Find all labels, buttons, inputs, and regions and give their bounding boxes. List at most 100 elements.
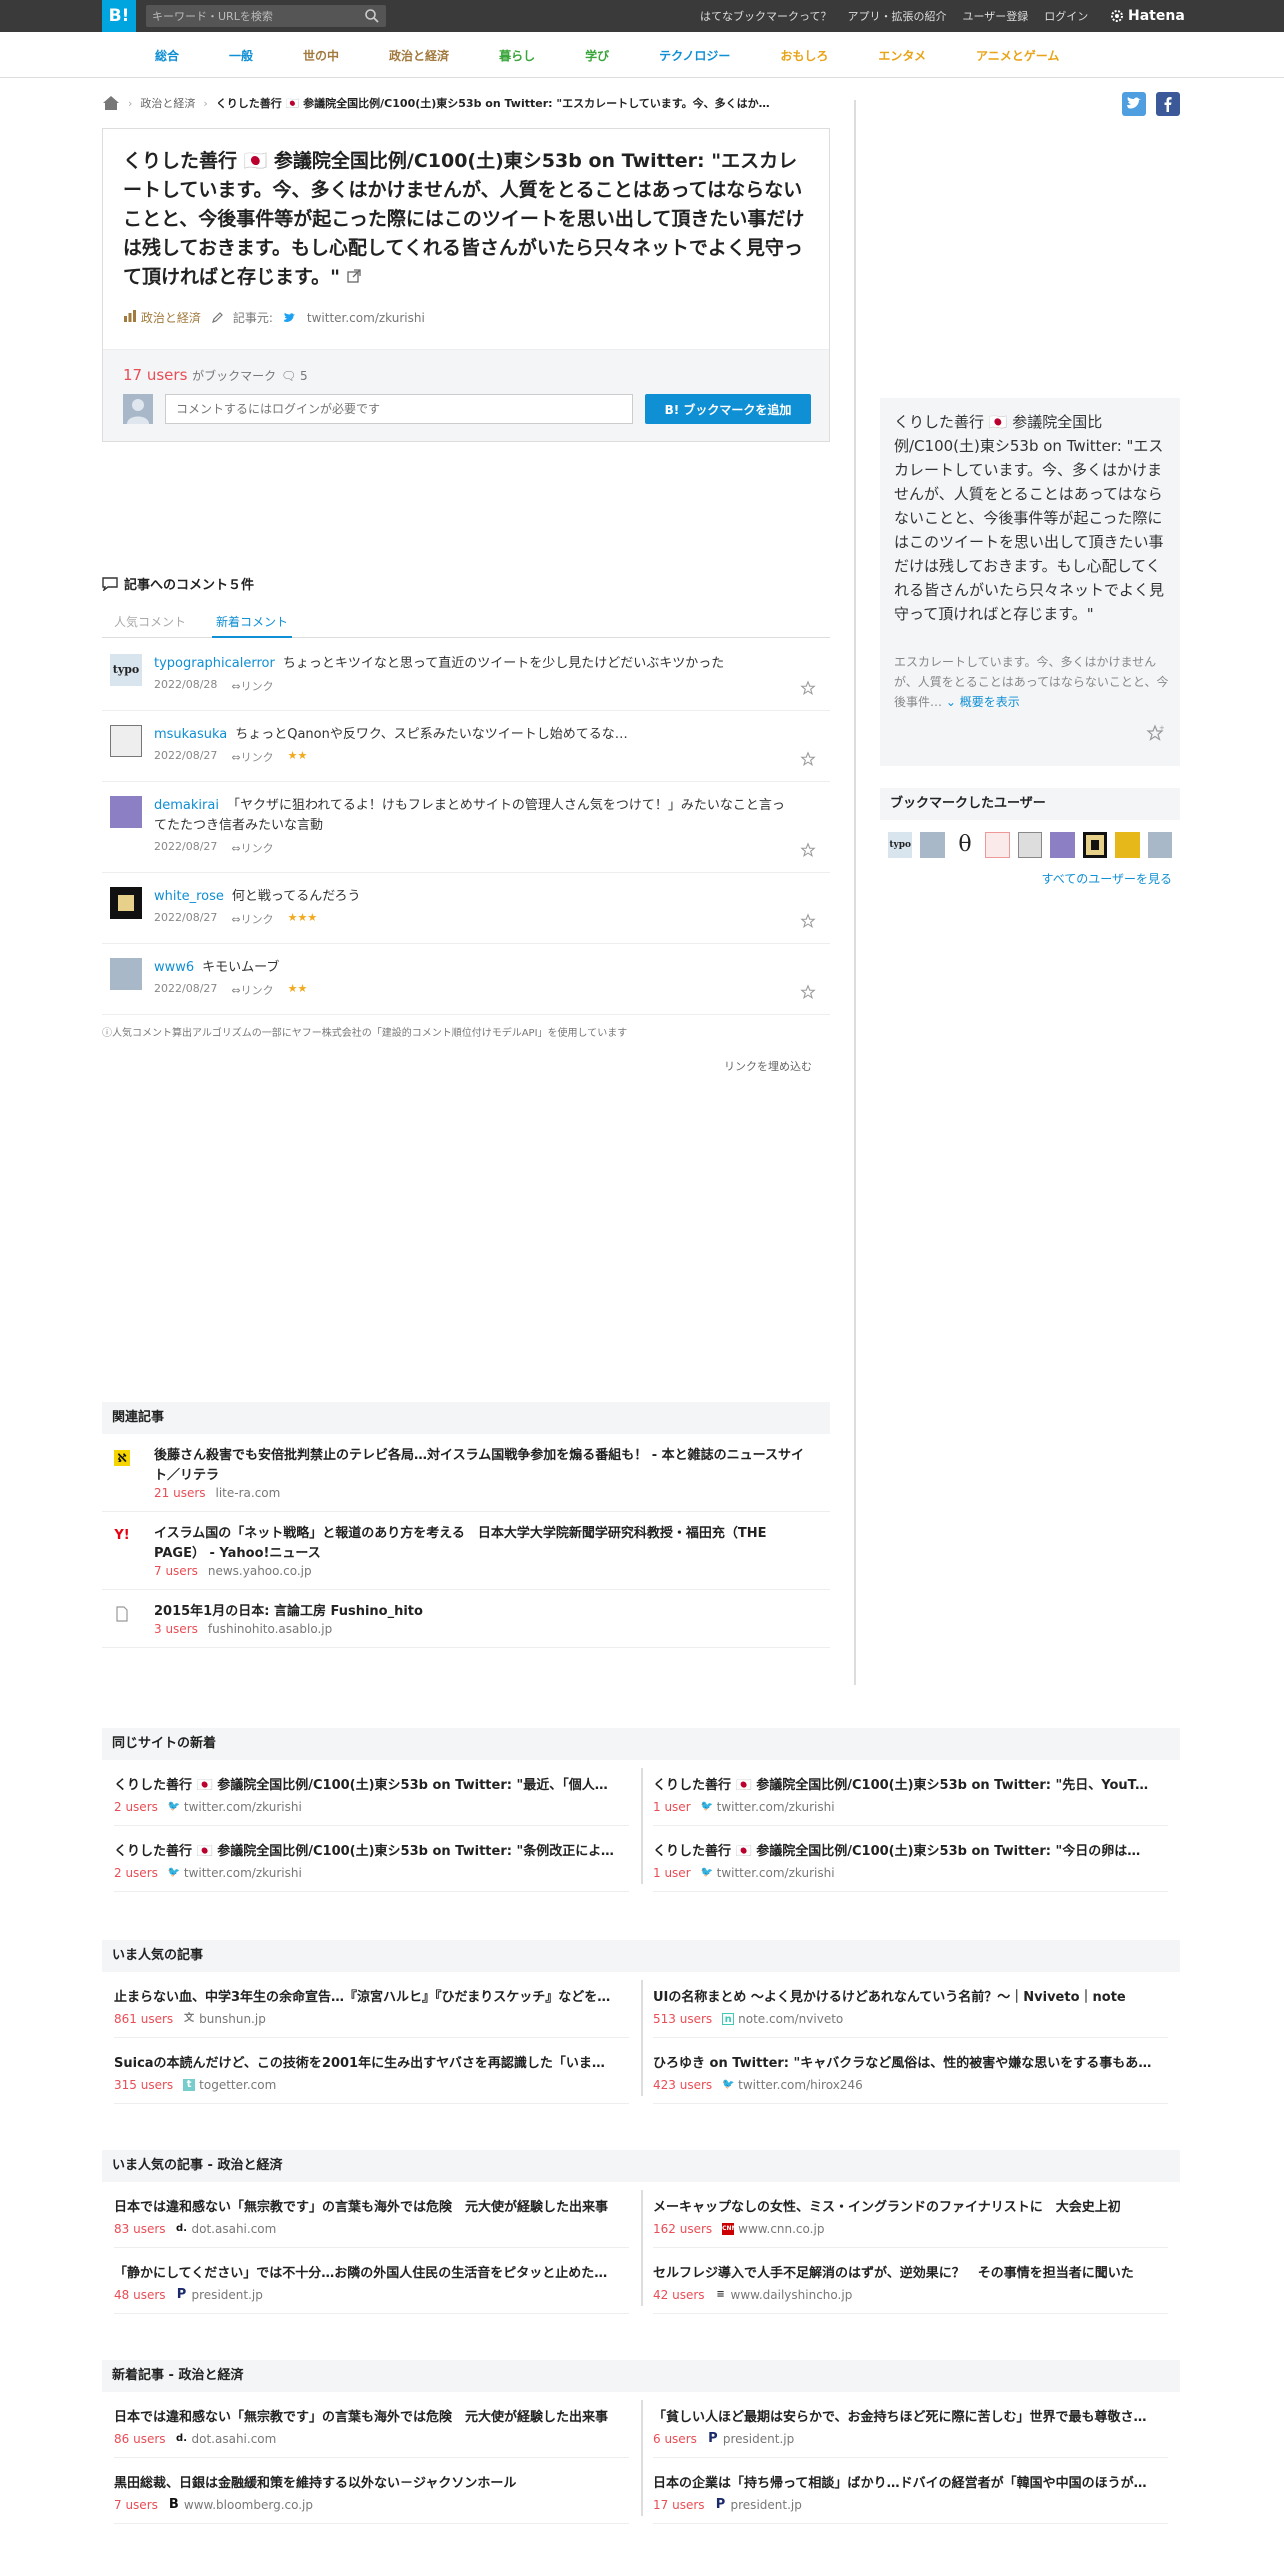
article-title[interactable]: 止まらない血、中学3年生の余命宣告…『涼宮ハルヒ』『ひだまりスケッチ』などを手が… bbox=[114, 1986, 614, 2005]
add-star-icon[interactable] bbox=[800, 842, 816, 858]
domain[interactable]: lite-ra.com bbox=[216, 1486, 281, 1500]
entry-category[interactable]: 政治と経済 bbox=[123, 309, 201, 326]
comment-user[interactable]: www6 bbox=[154, 960, 194, 975]
users-count[interactable]: 83 users bbox=[114, 2222, 166, 2236]
comment-link[interactable]: ⇔リンク bbox=[231, 749, 273, 765]
entry-title[interactable]: くりした善行 🇯🇵 参議院全国比例/C100(土)東シ53b on Twitte… bbox=[123, 147, 813, 292]
search-box[interactable] bbox=[146, 5, 386, 27]
users-count[interactable]: 2 users bbox=[114, 1866, 158, 1880]
domain[interactable]: www.cnn.co.jp bbox=[738, 2222, 824, 2236]
add-star-icon[interactable]: + bbox=[1146, 724, 1164, 742]
users-count[interactable]: 7 users bbox=[154, 1564, 198, 1578]
add-star-icon[interactable] bbox=[800, 984, 816, 1000]
avatar[interactable] bbox=[920, 832, 945, 858]
nav-category-item[interactable]: 総合 bbox=[130, 47, 204, 64]
list-item[interactable]: くりした善行 🇯🇵 参議院全国比例/C100(土)東シ53b on Twitte… bbox=[653, 1760, 1168, 1826]
article-title[interactable]: ひろゆき on Twitter: "キャバクラなど風俗は、性的被害や嫌な思いをす… bbox=[653, 2052, 1153, 2071]
article-title[interactable]: 日本では違和感ない「無宗教です」の言葉も海外では危険 元大使が経験した出来事 bbox=[114, 2196, 614, 2215]
star-rating[interactable]: ★★★ bbox=[288, 911, 318, 927]
article-title[interactable]: くりした善行 🇯🇵 参議院全国比例/C100(土)東シ53b on Twitte… bbox=[653, 1840, 1153, 1859]
avatar[interactable] bbox=[985, 832, 1010, 858]
article-title[interactable]: 「静かにしてください」では不十分…お隣の外国人住民の生活音をピタッと止めた方法 bbox=[114, 2262, 614, 2281]
related-title[interactable]: イスラム国の「ネット戦略」と報道のあり方を考える 日本大学大学院新聞学研究科教授… bbox=[154, 1524, 814, 1564]
article-title[interactable]: Suicaの本読んだけど、この技術を2001年に生み出すヤバさを再認識した「いま… bbox=[114, 2052, 614, 2071]
source-domain[interactable]: twitter.com/zkurishi bbox=[307, 311, 425, 325]
add-star-icon[interactable] bbox=[800, 751, 816, 767]
list-item[interactable]: Suicaの本読んだけど、この技術を2001年に生み出すヤバさを再認識した「いま… bbox=[114, 2038, 629, 2104]
link-login[interactable]: ログイン bbox=[1044, 8, 1088, 24]
home-icon[interactable] bbox=[102, 95, 120, 111]
avatar[interactable] bbox=[1147, 832, 1172, 858]
list-item[interactable]: セルフレジ導入で人手不足解消のはずが、逆効果に？ その事情を担当者に聞いた 42 … bbox=[653, 2248, 1168, 2314]
embed-link[interactable]: リンクを埋め込む bbox=[724, 1058, 812, 1074]
avatar[interactable] bbox=[110, 796, 142, 828]
users-count[interactable]: 315 users bbox=[114, 2078, 173, 2092]
avatar[interactable] bbox=[110, 958, 142, 990]
link-apps[interactable]: アプリ・拡張の紹介 bbox=[847, 8, 946, 24]
facebook-share-button[interactable] bbox=[1156, 92, 1180, 116]
breadcrumb-category[interactable]: 政治と経済 bbox=[140, 95, 195, 111]
list-item[interactable]: 日本では違和感ない「無宗教です」の言葉も海外では危険 元大使が経験した出来事 83… bbox=[114, 2182, 629, 2248]
search-icon[interactable] bbox=[364, 8, 380, 24]
star-rating[interactable]: ★★ bbox=[288, 749, 308, 765]
article-title[interactable]: くりした善行 🇯🇵 参議院全国比例/C100(土)東シ53b on Twitte… bbox=[114, 1840, 614, 1859]
comment-link[interactable]: ⇔リンク bbox=[231, 911, 273, 927]
link-register[interactable]: ユーザー登録 bbox=[962, 8, 1028, 24]
comment-user[interactable]: white_rose bbox=[154, 889, 224, 904]
add-bookmark-button[interactable]: B! ブックマークを追加 bbox=[645, 394, 811, 424]
nav-category-item[interactable]: 一般 bbox=[204, 47, 278, 64]
users-count[interactable]: 2 users bbox=[114, 1800, 158, 1814]
see-all-users-link[interactable]: すべてのユーザーを見る bbox=[880, 870, 1180, 887]
domain[interactable]: togetter.com bbox=[199, 2078, 276, 2092]
users-count[interactable]: 86 users bbox=[114, 2432, 166, 2446]
domain[interactable]: twitter.com/zkurishi bbox=[717, 1866, 835, 1880]
list-item[interactable]: くりした善行 🇯🇵 参議院全国比例/C100(土)東シ53b on Twitte… bbox=[114, 1826, 629, 1892]
show-summary-link[interactable]: ⌄ 概要を表示 bbox=[946, 695, 1020, 709]
comment-link[interactable]: ⇔リンク bbox=[231, 982, 273, 998]
domain[interactable]: president.jp bbox=[192, 2288, 263, 2302]
article-title[interactable]: 日本の企業は「持ち帰って相談」ばかり…ドバイの経営者が「韓国や中国のほうがいい」 bbox=[653, 2472, 1153, 2491]
users-count[interactable]: 162 users bbox=[653, 2222, 712, 2236]
star-rating[interactable]: ★★ bbox=[288, 982, 308, 998]
domain[interactable]: twitter.com/zkurishi bbox=[184, 1800, 302, 1814]
tab-popular-comments[interactable]: 人気コメント bbox=[114, 613, 186, 630]
external-link-icon[interactable] bbox=[346, 269, 361, 283]
avatar[interactable] bbox=[1115, 832, 1140, 858]
comment-date[interactable]: 2022/08/27 bbox=[154, 749, 217, 765]
domain[interactable]: president.jp bbox=[723, 2432, 794, 2446]
avatar[interactable]: θ bbox=[953, 832, 977, 858]
avatar[interactable]: typo bbox=[110, 654, 142, 686]
users-count[interactable]: 17 users bbox=[653, 2498, 705, 2512]
users-count[interactable]: 861 users bbox=[114, 2012, 173, 2026]
list-item[interactable]: 2015年1月の日本: 言論工房 Fushino_hito 3 users fus… bbox=[102, 1590, 830, 1648]
list-item[interactable]: UIの名称まとめ 〜よく見かけるけどあれなんていう名前？〜｜Nviveto｜no… bbox=[653, 1972, 1168, 2038]
comment-user[interactable]: typographicalerror bbox=[154, 656, 275, 671]
avatar[interactable] bbox=[110, 887, 142, 919]
edit-pencil-icon[interactable] bbox=[211, 311, 223, 324]
list-item[interactable]: ひろゆき on Twitter: "キャバクラなど風俗は、性的被害や嫌な思いをす… bbox=[653, 2038, 1168, 2104]
comment-date[interactable]: 2022/08/27 bbox=[154, 982, 217, 998]
domain[interactable]: twitter.com/hirox246 bbox=[738, 2078, 863, 2092]
list-item[interactable]: ℵ 後藤さん殺害でも安倍批判禁止のテレビ各局…対イスラム国戦争参加を煽る番組も！… bbox=[102, 1434, 830, 1512]
avatar[interactable] bbox=[1017, 832, 1043, 858]
comment-input[interactable] bbox=[165, 394, 633, 424]
nav-category-item[interactable]: おもしろ bbox=[755, 47, 853, 64]
domain[interactable]: dot.asahi.com bbox=[192, 2432, 277, 2446]
article-title[interactable]: セルフレジ導入で人手不足解消のはずが、逆効果に？ その事情を担当者に聞いた bbox=[653, 2262, 1153, 2281]
list-item[interactable]: メーキャップなしの女性、ミス・イングランドのファイナリストに 大会史上初 162 … bbox=[653, 2182, 1168, 2248]
list-item[interactable]: くりした善行 🇯🇵 参議院全国比例/C100(土)東シ53b on Twitte… bbox=[653, 1826, 1168, 1892]
list-item[interactable]: Y! イスラム国の「ネット戦略」と報道のあり方を考える 日本大学大学院新聞学研究… bbox=[102, 1512, 830, 1590]
search-input[interactable] bbox=[152, 7, 352, 25]
domain[interactable]: fushinohito.asablo.jp bbox=[208, 1622, 332, 1636]
add-star-icon[interactable] bbox=[800, 913, 816, 929]
domain[interactable]: www.dailyshincho.jp bbox=[731, 2288, 853, 2302]
domain[interactable]: twitter.com/zkurishi bbox=[184, 1866, 302, 1880]
tab-new-comments[interactable]: 新着コメント bbox=[212, 606, 293, 638]
article-title[interactable]: 日本では違和感ない「無宗教です」の言葉も海外では危険 元大使が経験した出来事 bbox=[114, 2406, 614, 2425]
list-item[interactable]: 「貧しい人ほど最期は安らかで、お金持ちほど死に際に苦しむ」世界で最も尊敬される 6… bbox=[653, 2392, 1168, 2458]
domain[interactable]: twitter.com/zkurishi bbox=[717, 1800, 835, 1814]
comment-link[interactable]: ⇔リンク bbox=[231, 840, 273, 856]
comment-date[interactable]: 2022/08/27 bbox=[154, 911, 217, 927]
list-item[interactable]: 黒田総裁、日銀は金融緩和策を維持する以外ない－ジャクソンホール 7 users Bw… bbox=[114, 2458, 629, 2524]
list-item[interactable]: くりした善行 🇯🇵 参議院全国比例/C100(土)東シ53b on Twitte… bbox=[114, 1760, 629, 1826]
